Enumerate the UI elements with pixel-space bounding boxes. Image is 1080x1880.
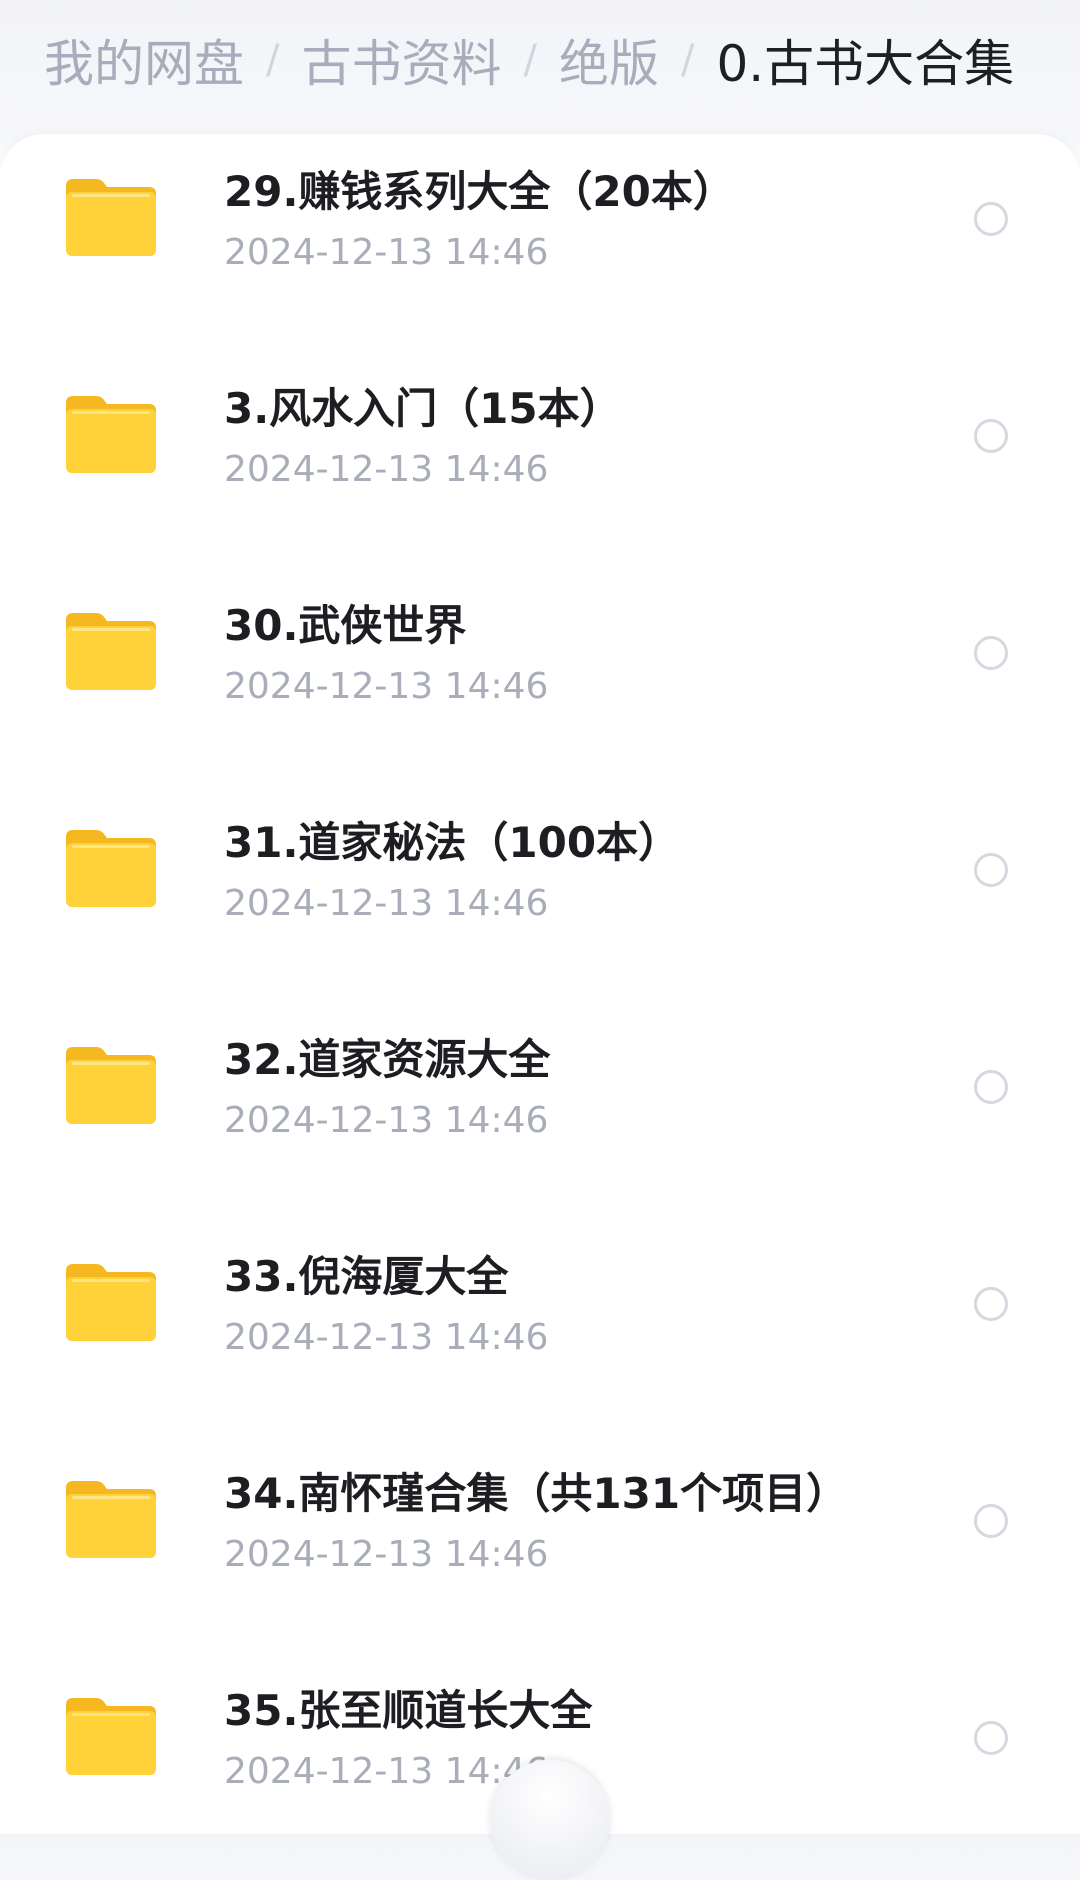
select-checkbox[interactable] <box>974 202 1008 236</box>
folder-icon <box>66 1261 156 1341</box>
select-checkbox[interactable] <box>974 636 1008 670</box>
folder-icon <box>66 827 156 907</box>
select-checkbox[interactable] <box>974 1504 1008 1538</box>
file-date: 2024-12-13 14:46 <box>224 1534 549 1575</box>
select-checkbox[interactable] <box>974 853 1008 887</box>
file-date: 2024-12-13 14:46 <box>224 1317 549 1358</box>
file-row[interactable]: 30.武侠世界 2024-12-13 14:46 <box>0 568 1080 785</box>
file-date: 2024-12-13 14:46 <box>224 1100 549 1141</box>
file-date: 2024-12-13 14:46 <box>224 449 549 490</box>
file-name: 34.南怀瑾合集（共131个项目） <box>224 1469 849 1518</box>
folder-icon <box>66 1695 156 1775</box>
folder-icon <box>66 393 156 473</box>
select-checkbox[interactable] <box>974 1070 1008 1104</box>
file-row[interactable]: 31.道家秘法（100本） 2024-12-13 14:46 <box>0 785 1080 1002</box>
breadcrumb-item-out-of-print[interactable]: 绝版 <box>559 24 659 96</box>
file-list: 29.赚钱系列大全（20本） 2024-12-13 14:46 3.风水入门（1… <box>0 134 1080 1834</box>
file-row[interactable]: 34.南怀瑾合集（共131个项目） 2024-12-13 14:46 <box>0 1436 1080 1653</box>
breadcrumb: 我的网盘 / 古书资料 / 绝版 / 0.古书大合集 <box>44 20 1014 100</box>
file-row[interactable]: 33.倪海厦大全 2024-12-13 14:46 <box>0 1219 1080 1436</box>
breadcrumb-item-my-drive[interactable]: 我的网盘 <box>44 24 244 96</box>
folder-icon <box>66 1044 156 1124</box>
file-date: 2024-12-13 14:46 <box>224 232 549 273</box>
select-checkbox[interactable] <box>974 1721 1008 1755</box>
file-name: 30.武侠世界 <box>224 601 467 650</box>
breadcrumb-separator: / <box>266 37 280 83</box>
file-row[interactable]: 29.赚钱系列大全（20本） 2024-12-13 14:46 <box>0 134 1080 351</box>
file-date: 2024-12-13 14:46 <box>224 883 549 924</box>
folder-icon <box>66 610 156 690</box>
select-checkbox[interactable] <box>974 1287 1008 1321</box>
breadcrumb-separator: / <box>680 37 695 83</box>
file-date: 2024-12-13 14:46 <box>224 666 549 707</box>
floating-action-button[interactable] <box>490 1760 610 1880</box>
file-name: 33.倪海厦大全 <box>224 1252 509 1301</box>
file-row[interactable]: 3.风水入门（15本） 2024-12-13 14:46 <box>0 351 1080 568</box>
breadcrumb-item-ancient-books[interactable]: 古书资料 <box>301 24 501 96</box>
folder-icon <box>66 1478 156 1558</box>
file-name: 29.赚钱系列大全（20本） <box>224 167 735 216</box>
file-name: 31.道家秘法（100本） <box>224 818 681 867</box>
file-name: 3.风水入门（15本） <box>224 384 622 433</box>
folder-icon <box>66 176 156 256</box>
select-checkbox[interactable] <box>974 419 1008 453</box>
breadcrumb-current-folder: 0.古书大合集 <box>716 35 1015 93</box>
file-row[interactable]: 32.道家资源大全 2024-12-13 14:46 <box>0 1002 1080 1219</box>
file-name: 32.道家资源大全 <box>224 1035 551 1084</box>
breadcrumb-separator: / <box>523 37 537 83</box>
file-name: 35.张至顺道长大全 <box>224 1686 593 1735</box>
